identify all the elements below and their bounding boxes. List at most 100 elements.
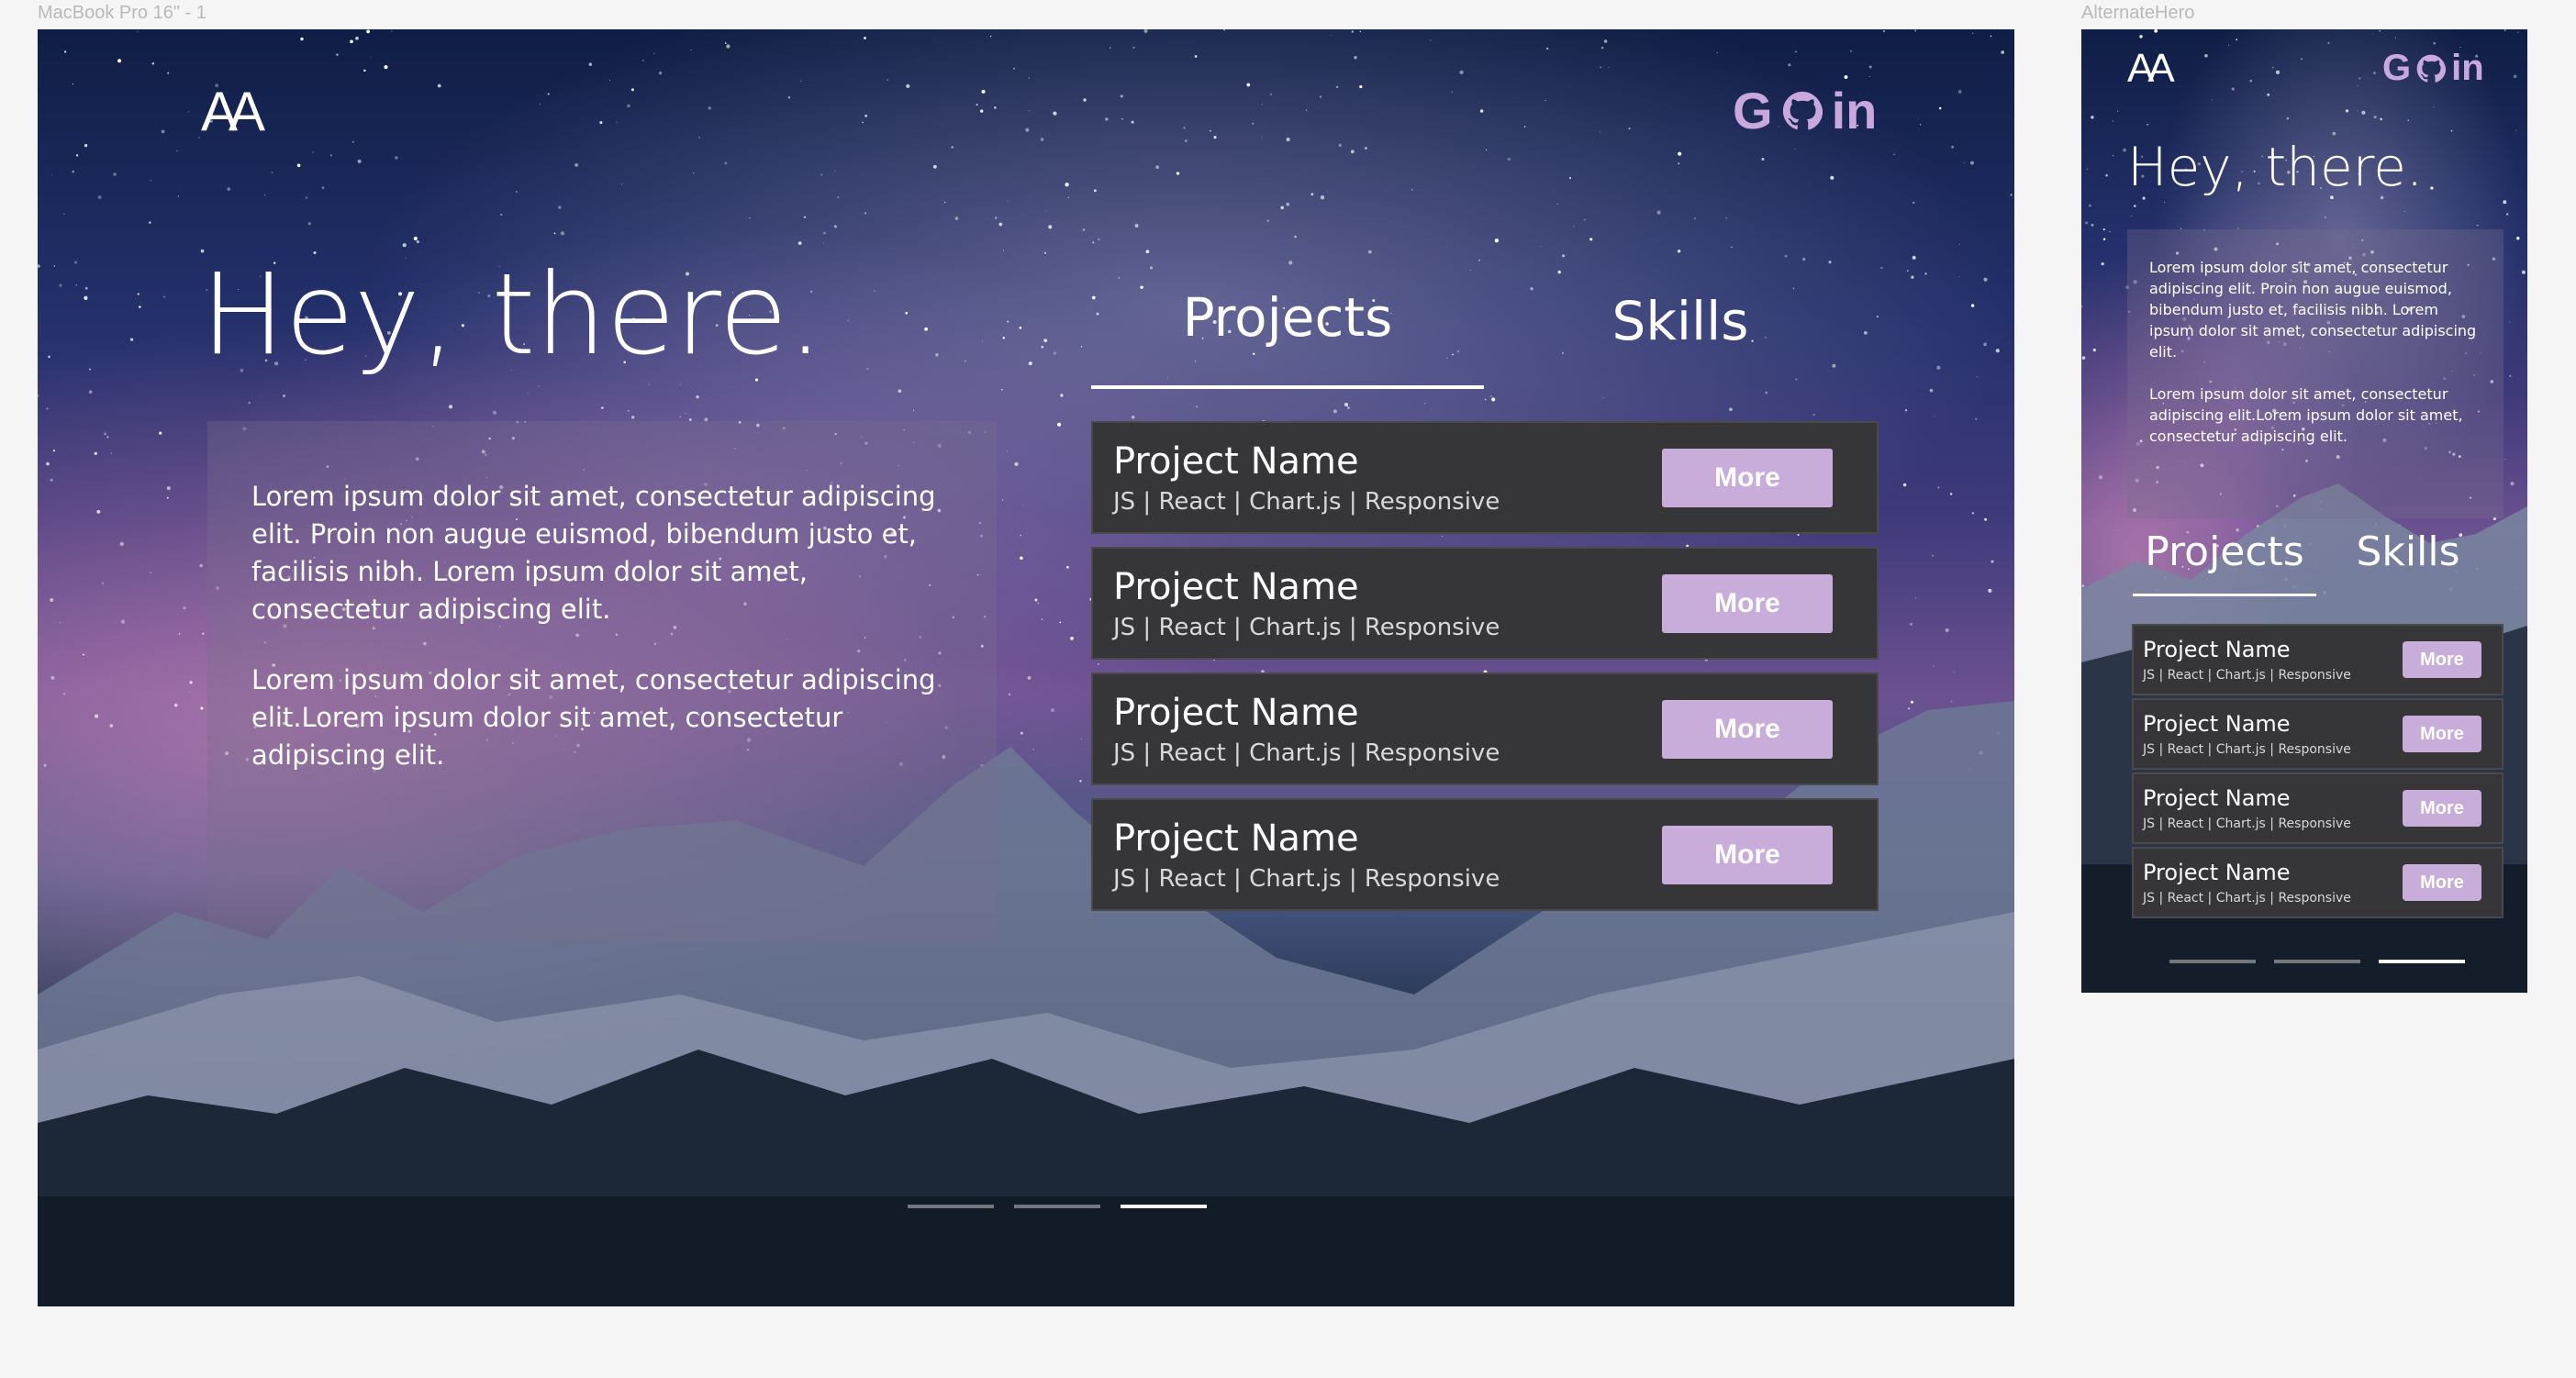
star xyxy=(1350,150,1355,154)
star xyxy=(1540,246,1542,248)
star xyxy=(1057,422,1062,427)
star xyxy=(2433,106,2435,108)
star xyxy=(402,243,407,248)
star xyxy=(1906,270,1909,272)
more-button[interactable]: More xyxy=(2403,864,2481,901)
star xyxy=(73,261,78,264)
star xyxy=(874,290,875,292)
project-name: Project Name xyxy=(1113,691,1359,734)
star xyxy=(2147,123,2149,126)
star xyxy=(1995,349,2000,353)
star xyxy=(2204,54,2208,58)
star xyxy=(749,217,751,219)
pagination-dot[interactable] xyxy=(1121,1205,1207,1208)
project-name: Project Name xyxy=(2143,711,2291,737)
star xyxy=(1725,217,1727,219)
star xyxy=(88,390,93,395)
intro-paragraph-2: Lorem ipsum dolor sit amet, consectetur … xyxy=(251,664,936,771)
star xyxy=(2117,110,2119,112)
more-button[interactable]: More xyxy=(2403,641,2481,678)
star xyxy=(63,50,67,53)
pagination-dot[interactable] xyxy=(2274,960,2360,963)
star xyxy=(1494,239,1500,243)
star xyxy=(1294,235,1297,239)
star xyxy=(964,360,966,362)
star xyxy=(1830,175,1834,180)
star xyxy=(1912,255,1916,260)
star xyxy=(1938,106,1942,110)
star xyxy=(1975,417,1978,420)
star xyxy=(2275,70,2280,74)
star xyxy=(679,383,682,385)
more-button[interactable]: More xyxy=(2403,716,2481,752)
social-links: G in xyxy=(1733,81,1877,140)
star xyxy=(2102,228,2105,231)
pagination-dot[interactable] xyxy=(2169,960,2256,963)
more-button[interactable]: More xyxy=(2403,790,2481,827)
star xyxy=(167,72,170,74)
star xyxy=(1423,403,1426,405)
project-info: Project Name JS | React | Chart.js | Resp… xyxy=(1113,692,1500,767)
google-icon[interactable]: G xyxy=(1733,81,1773,140)
star xyxy=(305,196,308,199)
pagination-dot[interactable] xyxy=(2379,960,2465,963)
star xyxy=(363,69,366,72)
star xyxy=(864,212,867,215)
star xyxy=(1006,450,1009,452)
linkedin-icon[interactable]: in xyxy=(1832,81,1878,140)
more-button[interactable]: More xyxy=(1662,448,1833,507)
star xyxy=(1972,32,1974,34)
tab-projects[interactable]: Projects xyxy=(1091,286,1484,352)
star xyxy=(1963,162,1965,164)
pagination-dot[interactable] xyxy=(1014,1205,1100,1208)
star xyxy=(1067,196,1069,198)
star xyxy=(384,65,388,70)
star xyxy=(1446,357,1448,359)
star xyxy=(1569,177,1571,179)
star xyxy=(1359,30,1362,33)
pagination-dot[interactable] xyxy=(908,1205,994,1208)
star xyxy=(139,306,141,308)
project-tags: JS | React | Chart.js | Responsive xyxy=(2143,668,2351,683)
google-icon[interactable]: G xyxy=(2382,48,2411,89)
star xyxy=(1976,376,1978,378)
star xyxy=(329,154,332,157)
more-button[interactable]: More xyxy=(1662,825,1833,884)
star xyxy=(2327,41,2330,44)
more-button[interactable]: More xyxy=(1662,573,1833,633)
star xyxy=(2508,321,2510,323)
project-tags: JS | React | Chart.js | Responsive xyxy=(2143,817,2351,831)
star xyxy=(2476,224,2479,227)
star xyxy=(1364,147,1367,150)
project-card: Project Name JS | React | Chart.js | Resp… xyxy=(1091,547,1879,660)
star xyxy=(1019,326,1022,329)
star xyxy=(187,111,189,113)
star xyxy=(2164,202,2166,203)
github-icon[interactable] xyxy=(2416,54,2447,83)
intro-paragraph-2: Lorem ipsum dolor sit amet, consectetur … xyxy=(2149,385,2463,445)
star xyxy=(198,137,200,139)
star xyxy=(1600,46,1604,50)
star xyxy=(560,231,565,236)
star xyxy=(2081,356,2086,360)
github-icon[interactable] xyxy=(1782,91,1823,131)
star xyxy=(1729,407,1733,412)
star xyxy=(149,221,151,224)
star xyxy=(823,242,824,244)
logo[interactable]: AA xyxy=(2127,46,2175,92)
logo[interactable]: AA xyxy=(201,80,265,143)
star xyxy=(2286,117,2290,120)
star xyxy=(1924,272,1927,275)
star xyxy=(48,355,50,359)
star xyxy=(1451,91,1453,93)
star xyxy=(263,194,266,196)
tab-skills[interactable]: Skills xyxy=(2316,528,2500,575)
tab-skills[interactable]: Skills xyxy=(1484,290,1877,352)
star xyxy=(2515,129,2517,131)
star xyxy=(2357,109,2359,111)
tab-projects[interactable]: Projects xyxy=(2133,528,2316,575)
star xyxy=(648,383,650,386)
more-button[interactable]: More xyxy=(1662,699,1833,759)
star xyxy=(413,236,418,241)
linkedin-icon[interactable]: in xyxy=(2451,48,2484,89)
